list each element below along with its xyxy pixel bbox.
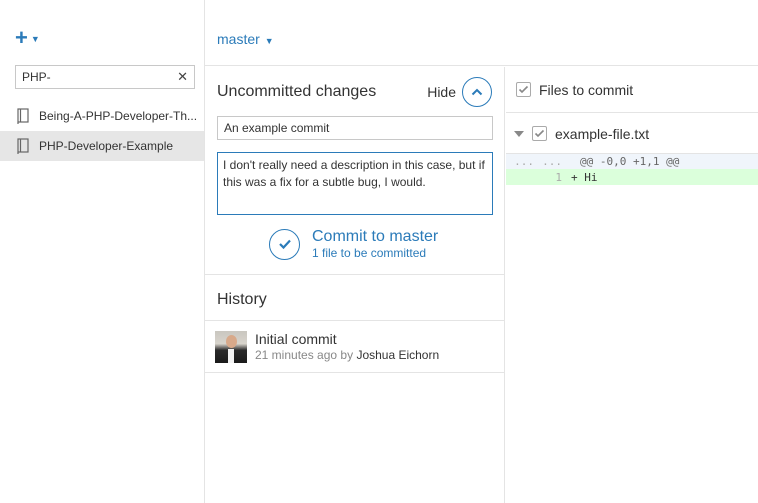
commit-meta: 21 minutes ago by Joshua Eichorn [255,348,439,363]
files-to-commit-label: Files to commit [539,81,634,98]
diff-hunk-line: ...... @@ -0,0 +1,1 @@ [506,153,758,169]
plus-icon: + [15,25,28,50]
commit-sub-label: 1 file to be committed [312,246,427,260]
repo-item-selected[interactable]: PHP-Developer-Example [0,131,204,161]
topbar: master ▼ [205,0,758,66]
app-window: + ▼ ✕ Being-A-PHP-Developer-Th... [0,0,758,503]
checkmark-icon [518,85,529,94]
branch-selector[interactable]: master ▼ [217,31,274,47]
file-name[interactable]: example-file.txt [555,126,649,142]
commit-label: Commit to master [312,228,439,245]
repo-list: Being-A-PHP-Developer-Th... PHP-Develope… [0,101,204,161]
commit-message: Initial commit [255,330,337,347]
commit-by: by [340,347,354,362]
caret-down-icon: ▼ [30,34,40,44]
file-checkbox[interactable] [532,126,547,141]
commit-description-field[interactable]: I don't really need a description in thi… [217,152,493,215]
files-header: Files to commit [506,67,758,113]
avatar [215,330,247,363]
commit-summary-input[interactable] [217,116,493,140]
hide-button[interactable] [462,77,492,107]
checkmark-icon [534,129,545,138]
files-to-commit-checkbox[interactable] [516,82,531,97]
checkmark-circle-icon [269,228,300,260]
checkmark-icon [278,239,291,250]
hide-label[interactable]: Hide [427,84,456,100]
repo-search-input[interactable] [16,70,166,84]
commit-button[interactable]: Commit to master 1 file to be committed [269,228,438,260]
file-row: example-file.txt [506,113,758,154]
history-title: History [205,275,505,321]
expand-triangle-icon[interactable] [514,130,524,137]
caret-down-icon: ▼ [264,36,274,46]
repo-book-icon [17,108,29,124]
repo-search-box: ✕ [15,65,195,89]
diff-added-line: 1 + Hi [506,169,758,185]
files-panel: Files to commit example-file.txt ...... @… [506,67,758,503]
repo-name: PHP-Developer-Example [39,139,174,153]
changes-panel: Uncommitted changes Hide I don't really … [205,67,505,503]
history-item[interactable]: Initial commit 21 minutes ago by Joshua … [205,321,505,373]
new-line-number: ... [542,155,562,168]
new-line-number: 1 [555,170,562,184]
add-repo-button[interactable]: + ▼ [15,25,40,50]
repo-name: Being-A-PHP-Developer-Th... [39,109,198,123]
commit-author: Joshua Eichorn [356,347,440,362]
chevron-up-icon [471,88,483,96]
history-info: Initial commit 21 minutes ago by Joshua … [255,331,439,363]
diff-code: + Hi [571,170,598,184]
branch-name: master [217,31,260,47]
uncommitted-title: Uncommitted changes [217,83,377,100]
sidebar: + ▼ ✕ Being-A-PHP-Developer-Th... [0,0,205,503]
history-section: History Initial commit 21 minutes ago by… [205,274,505,373]
commit-text: Commit to master 1 file to be committed [312,228,438,260]
repo-item[interactable]: Being-A-PHP-Developer-Th... [0,101,204,131]
diff-view: ...... @@ -0,0 +1,1 @@ 1 + Hi [506,153,758,185]
repo-book-icon [17,138,29,154]
commit-time: 21 minutes ago [255,347,338,362]
diff-code: @@ -0,0 +1,1 @@ [580,155,680,168]
clear-search-icon[interactable]: ✕ [177,69,188,85]
hide-toggle: Hide [427,77,492,107]
old-line-number: ... [514,155,534,168]
